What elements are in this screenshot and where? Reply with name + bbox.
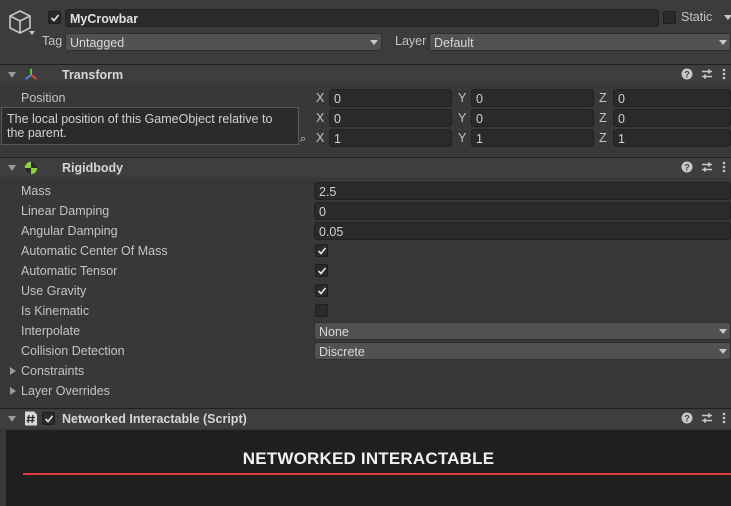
rotation-y-field[interactable]: 0 (471, 109, 594, 127)
use-gravity-checkbox[interactable] (315, 284, 328, 297)
position-y-field[interactable]: 0 (471, 89, 594, 107)
auto-tensor-checkbox[interactable] (315, 264, 328, 277)
chevron-down-icon (719, 349, 727, 354)
interpolate-label: Interpolate (21, 324, 81, 338)
chevron-down-icon (719, 329, 727, 334)
angular-damping-field[interactable]: 0.05 (314, 222, 731, 240)
tag-dropdown[interactable]: Untagged (65, 33, 382, 51)
fold-arrow-icon[interactable] (8, 416, 16, 422)
preset-icon[interactable] (701, 161, 713, 176)
interpolate-dropdown[interactable]: None (314, 322, 731, 340)
script-hash-icon (24, 411, 38, 429)
tag-value: Untagged (70, 36, 125, 50)
position-z-field[interactable]: 0 (613, 89, 731, 107)
position-x-field[interactable]: 0 (329, 89, 452, 107)
svg-text:?: ? (684, 163, 690, 173)
collision-detection-dropdown[interactable]: Discrete (314, 342, 731, 360)
rigidbody-icon (24, 161, 38, 178)
auto-tensor-label: Automatic Tensor (21, 264, 118, 278)
linear-damping-field[interactable]: 0 (314, 202, 731, 220)
more-options-icon[interactable] (722, 161, 726, 176)
scale-z-field[interactable]: 1 (613, 129, 731, 147)
script-title: Networked Interactable (Script) (62, 412, 247, 426)
transform-title: Transform (62, 68, 124, 82)
chevron-down-icon (719, 40, 727, 45)
script-banner: NETWORKED INTERACTABLE (6, 430, 731, 506)
fold-right-arrow-icon (10, 387, 16, 395)
rotation-y-axis[interactable]: Y (458, 111, 466, 125)
tag-label: Tag (42, 34, 63, 48)
position-y-axis[interactable]: Y (458, 91, 466, 105)
transform-axes-icon (24, 68, 38, 85)
layer-label: Layer (395, 34, 427, 48)
chevron-down-icon (370, 40, 378, 45)
script-header[interactable]: Networked Interactable (Script) ? (0, 408, 731, 428)
rotation-x-field[interactable]: 0 (329, 109, 452, 127)
auto-center-of-mass-checkbox[interactable] (315, 244, 328, 257)
layer-overrides-foldout[interactable]: Layer Overrides (0, 382, 300, 400)
mass-label: Mass (21, 184, 51, 198)
layer-value: Default (434, 36, 474, 50)
cursor-icon: ⌕ (300, 133, 307, 145)
svg-text:?: ? (684, 70, 690, 80)
preset-icon[interactable] (701, 68, 713, 83)
static-label: Static (681, 10, 713, 24)
preset-icon[interactable] (701, 412, 713, 427)
more-options-icon[interactable] (722, 412, 726, 427)
script-enabled-checkbox[interactable] (42, 412, 55, 425)
collision-detection-value: Discrete (319, 345, 365, 359)
constraints-foldout[interactable]: Constraints (0, 362, 300, 380)
position-z-axis[interactable]: Z (599, 91, 607, 105)
rotation-z-field[interactable]: 0 (613, 109, 731, 127)
mass-field[interactable]: 2.5 (314, 182, 731, 200)
collision-detection-label: Collision Detection (21, 344, 125, 358)
banner-title: NETWORKED INTERACTABLE (242, 449, 495, 468)
static-dropdown-arrow-icon[interactable] (724, 15, 731, 20)
gameobject-header: MyCrowbar Static Tag Untagged Layer Defa… (0, 0, 731, 64)
is-kinematic-checkbox[interactable] (315, 304, 328, 317)
position-label: Position (21, 91, 66, 105)
icon-dropdown-arrow-icon[interactable] (29, 31, 35, 35)
scale-y-field[interactable]: 1 (471, 129, 594, 147)
scale-x-axis[interactable]: X (316, 131, 324, 145)
rigidbody-header[interactable]: Rigidbody ? (0, 157, 731, 177)
active-checkbox[interactable] (48, 11, 61, 24)
layer-overrides-label: Layer Overrides (21, 384, 110, 398)
object-name-input[interactable]: MyCrowbar (65, 9, 659, 27)
rigidbody-title: Rigidbody (62, 161, 124, 175)
scale-x-field[interactable]: 1 (329, 129, 452, 147)
fold-arrow-icon[interactable] (8, 165, 16, 171)
transform-header[interactable]: Transform ? (0, 64, 731, 84)
static-checkbox[interactable] (663, 11, 676, 24)
more-options-icon[interactable] (722, 68, 726, 83)
fold-arrow-icon[interactable] (8, 72, 16, 78)
angular-damping-label: Angular Damping (21, 224, 118, 238)
scale-z-axis[interactable]: Z (599, 131, 607, 145)
banner-accent-line (23, 473, 731, 475)
scale-y-axis[interactable]: Y (458, 131, 466, 145)
interpolate-value: None (319, 325, 349, 339)
constraints-label: Constraints (21, 364, 85, 378)
help-icon[interactable]: ? (681, 161, 693, 176)
svg-text:?: ? (684, 414, 690, 424)
position-tooltip: The local position of this GameObject re… (1, 107, 299, 145)
fold-right-arrow-icon (10, 367, 16, 375)
layer-dropdown[interactable]: Default (429, 33, 731, 51)
linear-damping-label: Linear Damping (21, 204, 110, 218)
position-x-axis[interactable]: X (316, 91, 324, 105)
help-icon[interactable]: ? (681, 412, 693, 427)
use-gravity-label: Use Gravity (21, 284, 87, 298)
rotation-x-axis[interactable]: X (316, 111, 324, 125)
rotation-z-axis[interactable]: Z (599, 111, 607, 125)
auto-center-of-mass-label: Automatic Center Of Mass (21, 244, 168, 258)
help-icon[interactable]: ? (681, 68, 693, 83)
is-kinematic-label: Is Kinematic (21, 304, 90, 318)
